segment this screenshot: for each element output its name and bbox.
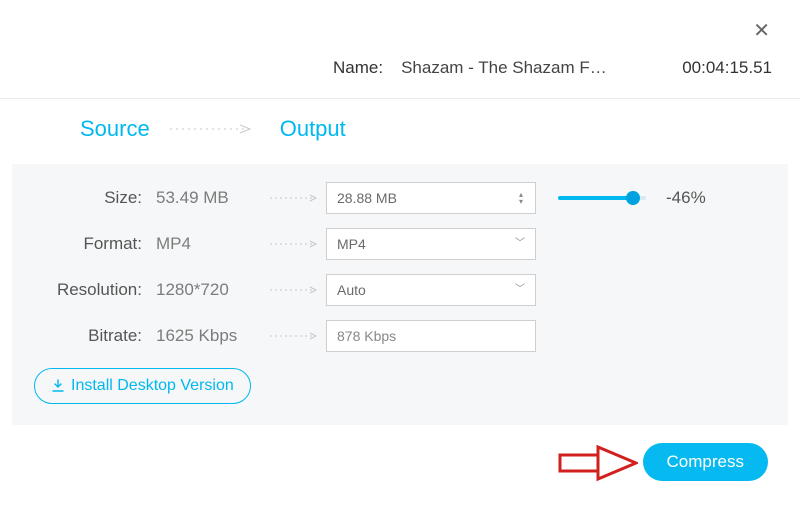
settings-rows: Size: 53.49 MB 28.88 MB ▴▾ -46% Format: … bbox=[0, 178, 800, 362]
header-divider bbox=[0, 98, 800, 99]
source-title: Source bbox=[80, 116, 150, 142]
row-size: Size: 53.49 MB 28.88 MB ▴▾ -46% bbox=[30, 178, 770, 218]
output-title: Output bbox=[280, 116, 346, 142]
annotation-arrow-icon bbox=[558, 443, 638, 483]
row-bitrate: Bitrate: 1625 Kbps 878 Kbps bbox=[30, 316, 770, 356]
bitrate-source-value: 1625 Kbps bbox=[156, 326, 266, 346]
resolution-select[interactable]: Auto ﹀ bbox=[326, 274, 536, 306]
duration-value: 00:04:15.51 bbox=[682, 58, 772, 78]
download-icon bbox=[51, 379, 65, 393]
name-label: Name: bbox=[333, 58, 383, 78]
row-resolution: Resolution: 1280*720 Auto ﹀ bbox=[30, 270, 770, 310]
size-output-value: 28.88 MB bbox=[337, 183, 517, 213]
section-titles: Source Output bbox=[0, 116, 800, 142]
format-select[interactable]: MP4 ﹀ bbox=[326, 228, 536, 260]
size-label: Size: bbox=[30, 188, 150, 208]
arrow-small-icon bbox=[266, 327, 326, 345]
install-desktop-button[interactable]: Install Desktop Version bbox=[34, 368, 251, 404]
size-source-value: 53.49 MB bbox=[156, 188, 266, 208]
install-desktop-label: Install Desktop Version bbox=[71, 377, 234, 395]
arrow-small-icon bbox=[266, 189, 326, 207]
arrow-small-icon bbox=[266, 281, 326, 299]
arrow-small-icon bbox=[266, 235, 326, 253]
close-icon[interactable]: ✕ bbox=[753, 18, 770, 43]
chevron-down-icon: ﹀ bbox=[515, 229, 525, 259]
size-percent: -46% bbox=[666, 188, 706, 208]
row-format: Format: MP4 MP4 ﹀ bbox=[30, 224, 770, 264]
format-label: Format: bbox=[30, 234, 150, 254]
bitrate-label: Bitrate: bbox=[30, 326, 150, 346]
chevron-down-icon: ﹀ bbox=[515, 275, 525, 305]
file-header: Name: Shazam - The Shazam F… 00:04:15.51 bbox=[0, 58, 800, 78]
resolution-label: Resolution: bbox=[30, 280, 150, 300]
size-stepper[interactable]: 28.88 MB ▴▾ bbox=[326, 182, 536, 214]
compress-button[interactable]: Compress bbox=[643, 443, 768, 481]
format-output-value: MP4 bbox=[337, 229, 515, 259]
resolution-source-value: 1280*720 bbox=[156, 280, 266, 300]
format-source-value: MP4 bbox=[156, 234, 266, 254]
size-slider[interactable] bbox=[558, 196, 646, 200]
resolution-output-value: Auto bbox=[337, 275, 515, 305]
bitrate-output[interactable]: 878 Kbps bbox=[326, 320, 536, 352]
arrow-long-icon bbox=[170, 124, 260, 134]
stepper-arrows-icon[interactable]: ▴▾ bbox=[517, 187, 525, 209]
name-value: Shazam - The Shazam F… bbox=[401, 58, 607, 78]
